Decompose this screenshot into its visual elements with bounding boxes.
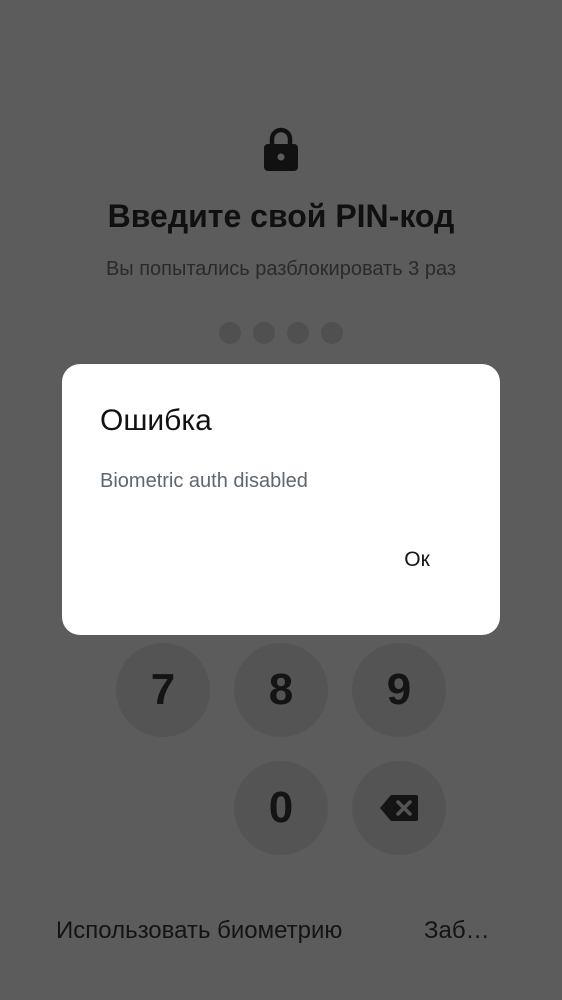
pin-dot xyxy=(287,322,309,344)
backspace-icon xyxy=(380,795,418,821)
lock-icon xyxy=(264,127,298,171)
ok-button[interactable]: Ок xyxy=(392,544,442,576)
pin-indicator xyxy=(0,322,562,344)
pin-dot xyxy=(321,322,343,344)
dialog-message: Biometric auth disabled xyxy=(100,470,308,492)
keypad-key-8[interactable]: 8 xyxy=(234,643,328,737)
use-biometrics-link[interactable]: Использовать биометрию xyxy=(56,917,342,945)
delete-button[interactable] xyxy=(352,761,446,855)
pin-dot xyxy=(253,322,275,344)
pin-entry-screen: Введите свой PIN-код Вы попытались разбл… xyxy=(0,0,562,1000)
attempts-subtitle: Вы попытались разблокировать 3 раз xyxy=(105,258,457,280)
page-title: Введите свой PIN-код xyxy=(107,198,455,234)
keypad-key-7[interactable]: 7 xyxy=(116,643,210,737)
pin-dot xyxy=(219,322,241,344)
keypad-key-0[interactable]: 0 xyxy=(234,761,328,855)
forgot-pin-link[interactable]: Заб… xyxy=(424,917,490,945)
dialog-title: Ошибка xyxy=(100,404,212,437)
keypad-key-9[interactable]: 9 xyxy=(352,643,446,737)
error-dialog: Ошибка Biometric auth disabled Ок xyxy=(62,364,500,635)
